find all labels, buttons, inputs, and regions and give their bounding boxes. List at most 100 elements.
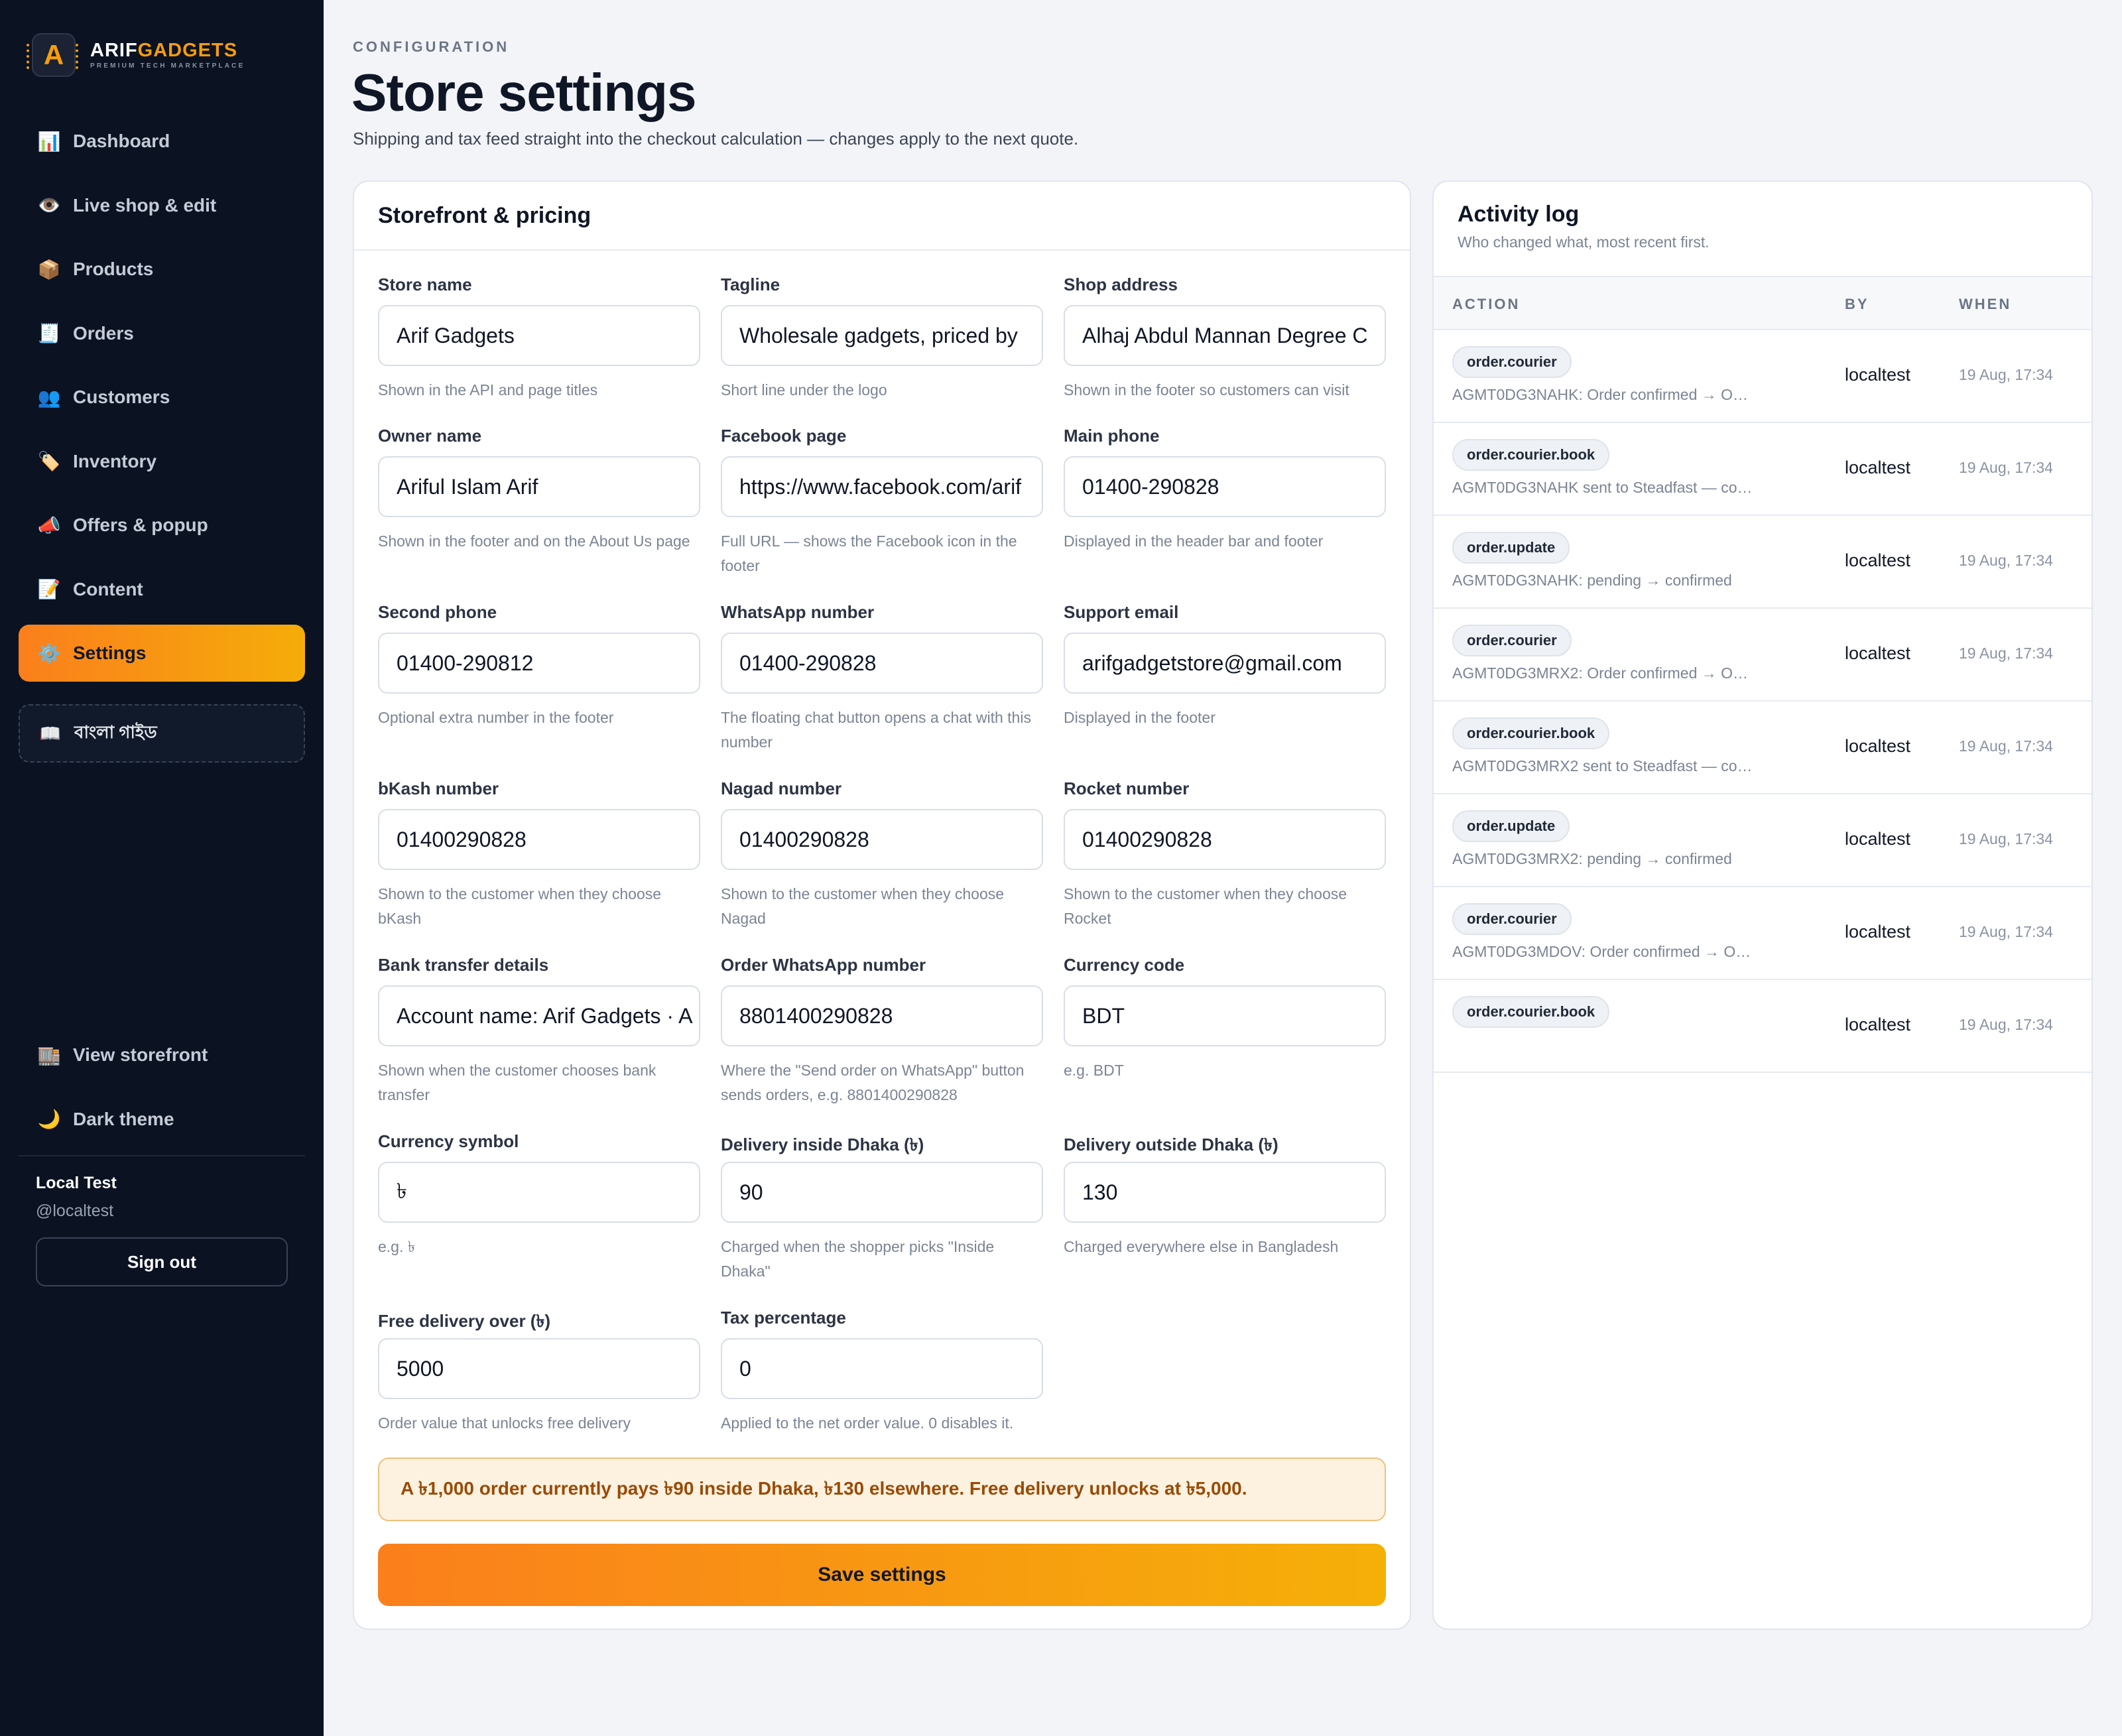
activity-log-title: Activity log (1458, 202, 1580, 227)
store-name-input[interactable]: Arif Gadgets (378, 305, 700, 366)
rocket-number-field: Rocket number 01400290828 Shown to the cus… (1064, 778, 1386, 931)
action-description: AGMT0DG3NAHK: pending → confirmed (1452, 572, 1732, 589)
rocket-number-input[interactable]: 01400290828 (1064, 809, 1386, 870)
table-row[interactable]: order.courier.book AGMT0DG3NAHK sent to S… (1434, 423, 2091, 516)
user-handle: @localtest (36, 1202, 114, 1220)
free-delivery-input[interactable]: 5000 (378, 1338, 700, 1399)
action-badge: order.update (1452, 810, 1570, 842)
bkash-number-input[interactable]: 01400290828 (378, 809, 700, 870)
tax-percentage-field: Tax percentage 0 Applied to the net order … (721, 1308, 1043, 1436)
megaphone-icon: 📣 (37, 515, 61, 536)
gear-icon: ⚙️ (37, 643, 61, 664)
timestamp: 19 Aug, 17:34 (1959, 366, 2053, 383)
action-description: AGMT0DG3MRX2: Order confirmed → O… (1452, 664, 1749, 682)
sidebar-item-content[interactable]: 📝 Content (19, 561, 305, 618)
tagline-input[interactable]: Wholesale gadgets, priced by (721, 305, 1043, 366)
whatsapp-number-input[interactable]: 01400-290828 (721, 633, 1043, 694)
support-email-input[interactable]: arifgadgetstore@gmail.com (1064, 633, 1386, 694)
currency-code-input[interactable]: BDT (1064, 985, 1386, 1046)
action-description: AGMT0DG3MRX2 sent to Steadfast — co… (1452, 757, 1753, 775)
delivery-inside-dhaka-field: Delivery inside Dhaka (৳) 90 Charged when … (721, 1131, 1043, 1284)
sidebar-item-offers[interactable]: 📣 Offers & popup (19, 497, 305, 554)
actor: localtest (1845, 829, 1911, 849)
bkash-number-field: bKash number 01400290828 Shown to the cust… (378, 778, 700, 931)
memo-icon: 📝 (37, 579, 61, 599)
tax-percentage-input[interactable]: 0 (721, 1338, 1043, 1399)
settings-panel: Storefront & pricing Store name Arif Gadg… (353, 180, 1411, 1630)
timestamp: 19 Aug, 17:34 (1959, 645, 2053, 662)
page-description: Shipping and tax feed straight into the … (353, 129, 1079, 149)
sidebar-item-settings[interactable]: ⚙️ Settings (19, 625, 305, 682)
brand-name: ARIFGADGETS (90, 40, 238, 61)
actor: localtest (1845, 922, 1911, 942)
table-row[interactable]: order.courier AGMT0DG3MDOV: Order confirm… (1434, 887, 2091, 980)
action-badge: order.courier.book (1452, 439, 1610, 471)
delivery-inside-dhaka-input[interactable]: 90 (721, 1162, 1043, 1223)
currency-symbol-input[interactable]: ৳ (378, 1162, 700, 1223)
shop-address-input[interactable]: Alhaj Abdul Mannan Degree C (1064, 305, 1386, 366)
sidebar-item-products[interactable]: 📦 Products (19, 241, 305, 298)
column-header-when: WHEN (1959, 296, 2012, 312)
action-description: AGMT0DG3MRX2: pending → confirmed (1452, 850, 1732, 867)
sidebar-item-inventory[interactable]: 🏷️ Inventory (19, 433, 305, 490)
brand-logo[interactable]: A ARIFGADGETS PREMIUM TECH MARKETPLACE (27, 33, 245, 77)
sidebar: A ARIFGADGETS PREMIUM TECH MARKETPLACE 📊… (0, 0, 324, 1736)
delivery-outside-dhaka-input[interactable]: 130 (1064, 1162, 1386, 1223)
activity-table-body[interactable]: order.courier AGMT0DG3NAHK: Order confirm… (1434, 330, 2091, 1199)
action-badge: order.courier.book (1452, 717, 1610, 749)
timestamp: 19 Aug, 17:34 (1959, 552, 2053, 569)
tagline-field: Tagline Wholesale gadgets, priced by Short… (721, 275, 1043, 403)
sidebar-item-bangla-guide[interactable]: 📖 বাংলা গাইড (19, 704, 305, 763)
actor: localtest (1845, 736, 1911, 756)
column-header-action: ACTION (1452, 296, 1521, 312)
page-eyebrow: CONFIGURATION (353, 38, 510, 55)
sidebar-bottom-nav: 🏬 View storefront 🌙 Dark theme (19, 1026, 305, 1154)
owner-name-field: Owner name Ariful Islam Arif Shown in the … (378, 426, 700, 554)
store-icon: 🏬 (37, 1044, 61, 1066)
timestamp: 19 Aug, 17:34 (1959, 830, 2053, 847)
facebook-page-field: Facebook page https://www.facebook.com/ar… (721, 426, 1043, 578)
dark-theme-toggle[interactable]: 🌙 Dark theme (19, 1091, 305, 1148)
sidebar-item-customers[interactable]: 👥 Customers (19, 369, 305, 426)
facebook-page-input[interactable]: https://www.facebook.com/arif (721, 456, 1043, 517)
actor: localtest (1845, 365, 1911, 385)
currency-symbol-field: Currency symbol ৳ e.g. ৳ (378, 1131, 700, 1259)
table-row[interactable]: order.courier AGMT0DG3NAHK: Order confirm… (1434, 330, 2091, 423)
table-row[interactable]: order.update AGMT0DG3MRX2: pending → conf… (1434, 794, 2091, 887)
order-whatsapp-input[interactable]: 8801400290828 (721, 985, 1043, 1046)
whatsapp-number-field: WhatsApp number 01400-290828 The floating … (721, 602, 1043, 755)
bank-transfer-field: Bank transfer details Account name: Arif … (378, 955, 700, 1107)
nagad-number-input[interactable]: 01400290828 (721, 809, 1043, 870)
table-row[interactable]: order.courier AGMT0DG3MRX2: Order confirm… (1434, 609, 2091, 702)
timestamp: 19 Aug, 17:34 (1959, 1016, 2053, 1033)
actor: localtest (1845, 458, 1911, 477)
main-phone-field: Main phone 01400-290828 Displayed in the h… (1064, 426, 1386, 554)
delivery-outside-dhaka-field: Delivery outside Dhaka (৳) 130 Charged eve… (1064, 1131, 1386, 1259)
column-header-by: BY (1845, 296, 1869, 312)
activity-log-subtitle: Who changed what, most recent first. (1458, 233, 1710, 251)
sidebar-item-live-shop[interactable]: 👁️ Live shop & edit (19, 177, 305, 234)
sign-out-button[interactable]: Sign out (36, 1237, 288, 1286)
sidebar-item-dashboard[interactable]: 📊 Dashboard (19, 113, 305, 170)
activity-log-panel: Activity log Who changed what, most rece… (1432, 180, 2093, 1630)
sidebar-nav: 📊 Dashboard 👁️ Live shop & edit 📦 Products … (19, 113, 305, 689)
action-badge: order.courier.book (1452, 996, 1610, 1028)
package-icon: 📦 (37, 259, 61, 280)
actor: localtest (1845, 643, 1911, 663)
chart-icon: 📊 (37, 131, 61, 152)
tag-icon: 🏷️ (37, 451, 61, 471)
action-badge: order.courier (1452, 346, 1572, 378)
bank-transfer-input[interactable]: Account name: Arif Gadgets · A (378, 985, 700, 1046)
sidebar-item-orders[interactable]: 🧾 Orders (19, 305, 305, 362)
pricing-summary-notice: A ৳1,000 order currently pays ৳90 inside… (378, 1457, 1386, 1521)
activity-table-header: ACTION BY WHEN (1434, 276, 2091, 330)
table-row[interactable]: order.courier.book localtest 19 Aug, 17:34 (1434, 980, 2091, 1073)
table-row[interactable]: order.update AGMT0DG3NAHK: pending → conf… (1434, 516, 2091, 609)
logo-mark-icon: A (27, 33, 78, 77)
main-phone-input[interactable]: 01400-290828 (1064, 456, 1386, 517)
view-storefront-link[interactable]: 🏬 View storefront (19, 1026, 305, 1084)
second-phone-input[interactable]: 01400-290812 (378, 633, 700, 694)
owner-name-input[interactable]: Ariful Islam Arif (378, 456, 700, 517)
save-settings-button[interactable]: Save settings (378, 1544, 1386, 1606)
table-row[interactable]: order.courier.book AGMT0DG3MRX2 sent to S… (1434, 702, 2091, 794)
